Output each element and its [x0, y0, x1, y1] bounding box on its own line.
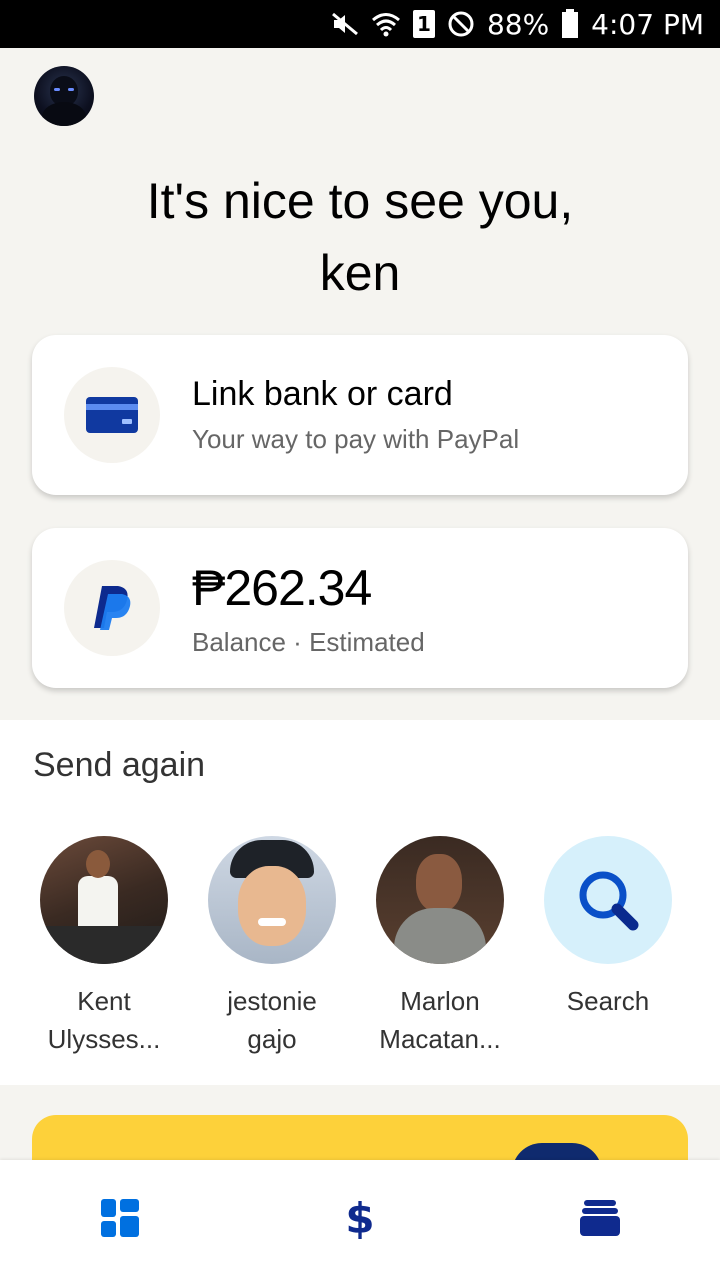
battery-percent: 88% — [486, 7, 550, 41]
contact-kent[interactable]: Kent Ulysses... — [20, 836, 188, 1058]
status-bar: 1 88% 4:07 PM — [0, 0, 720, 48]
contact-name: jestonie gajo — [227, 986, 317, 1054]
avatar — [208, 836, 336, 964]
link-card-subtitle: Your way to pay with PayPal — [192, 424, 520, 454]
wallet-icon[interactable] — [580, 1198, 620, 1238]
home-icon[interactable] — [100, 1198, 140, 1238]
contact-name: Search — [566, 986, 650, 1016]
send-again-title: Send again — [33, 746, 206, 784]
link-bank-card[interactable]: Link bank or card Your way to pay with P… — [32, 335, 688, 495]
clock: 4:07 PM — [591, 7, 704, 41]
send-again-section: Send again Kent Ulysses... jestonie gajo — [0, 720, 720, 1085]
contact-search[interactable]: Search — [524, 836, 692, 1020]
balance-card[interactable]: ₱262.34 Balance · Estimated — [32, 528, 688, 688]
greeting: It's nice to see you, ken — [0, 165, 720, 309]
search-avatar — [544, 836, 672, 964]
contact-jestonie[interactable]: jestonie gajo — [188, 836, 356, 1058]
avatar — [40, 836, 168, 964]
contact-name: Kent Ulysses... — [47, 986, 161, 1054]
balance-label: Balance · Estimated — [192, 626, 425, 657]
paypal-logo-icon — [64, 560, 160, 656]
link-card-title: Link bank or card — [192, 375, 453, 413]
search-icon — [579, 871, 639, 931]
greeting-name: ken — [319, 245, 401, 301]
contact-marlon[interactable]: Marlon Macatan... — [356, 836, 524, 1058]
battery-icon — [561, 9, 579, 39]
sim-icon: 1 — [412, 10, 435, 38]
avatar — [376, 836, 504, 964]
greeting-line1: It's nice to see you, — [146, 173, 574, 229]
balance-amount: ₱262.34 — [192, 559, 372, 616]
mute-icon — [331, 12, 359, 36]
do-not-disturb-icon — [447, 10, 475, 38]
contact-name: Marlon Macatan... — [379, 986, 501, 1054]
credit-card-icon — [64, 367, 160, 463]
wifi-icon — [371, 11, 401, 37]
profile-avatar[interactable] — [34, 66, 94, 126]
dollar-icon[interactable]: $ — [340, 1194, 380, 1243]
bottom-nav: $ — [0, 1160, 720, 1280]
